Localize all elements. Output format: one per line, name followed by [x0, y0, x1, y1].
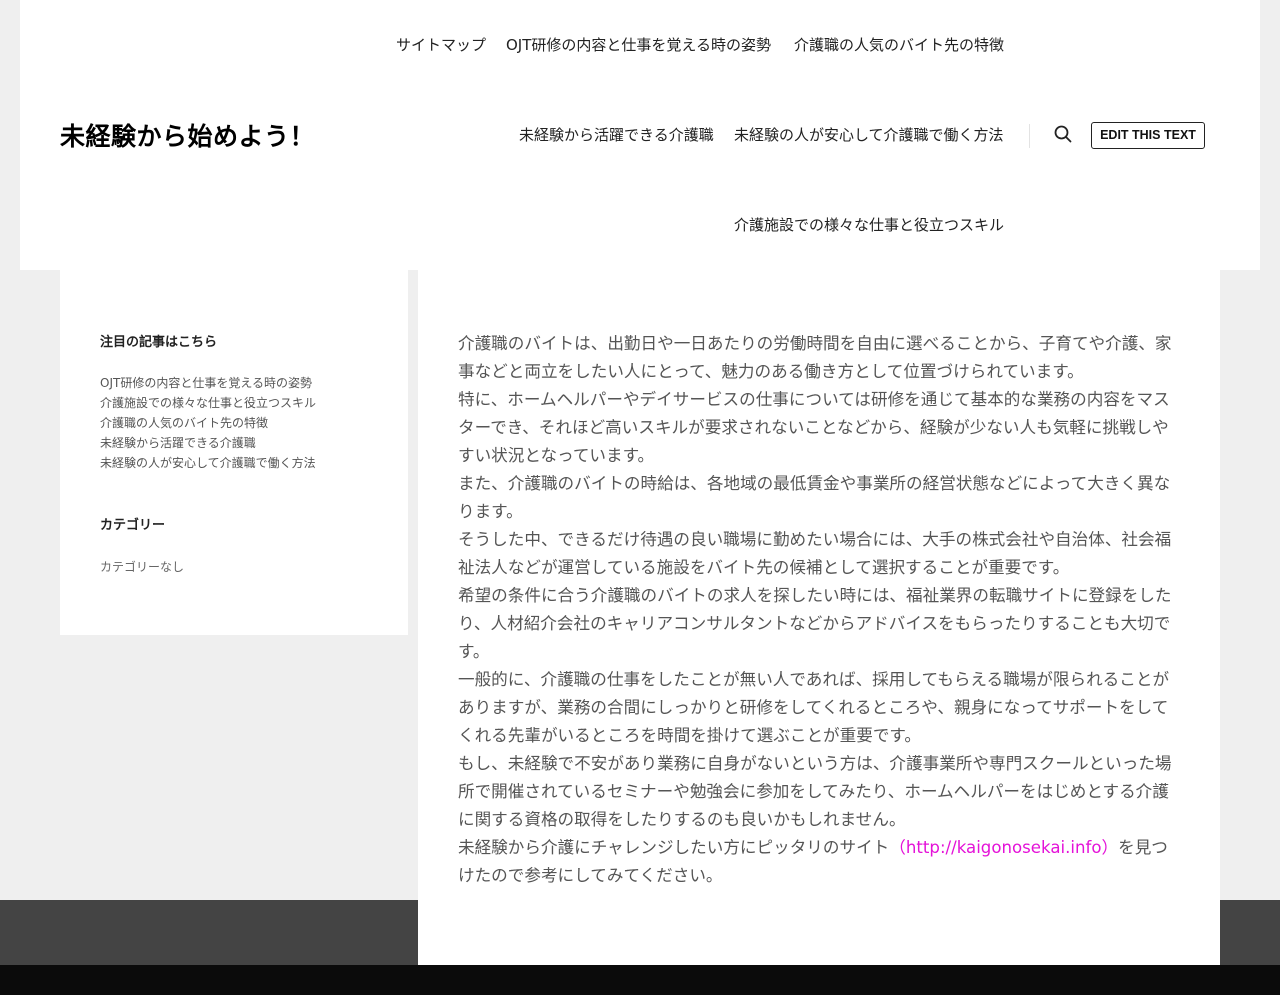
featured-item-inexperienced-active[interactable]: 未経験から活躍できる介護職 [100, 433, 316, 453]
featured-item-inexperienced-safe[interactable]: 未経験の人が安心して介護職で働く方法 [100, 453, 316, 473]
nav-link-inexperienced-active[interactable]: 未経験から活躍できる介護職 [519, 125, 714, 145]
nav-link-ojt-training[interactable]: OJT研修の内容と仕事を覚える時の姿勢 [506, 35, 771, 55]
category-empty-text: カテゴリーなし [100, 560, 185, 574]
nav-link-popular-jobs[interactable]: 介護職の人気のバイト先の特徴 [794, 35, 1004, 55]
article-content: 介護職のバイトは、出勤日や一日あたりの労働時間を自由に選べることから、子育てや介… [418, 270, 1220, 965]
article-paragraph: 介護職のバイトは、出勤日や一日あたりの労働時間を自由に選べることから、子育てや介… [458, 334, 1172, 381]
article-paragraph: 特に、ホームヘルパーやデイサービスの仕事については研修を通じて基本的な業務の内容… [458, 390, 1170, 465]
featured-item-facility-skills[interactable]: 介護施設での様々な仕事と役立つスキル [100, 393, 316, 413]
nav-link-facility-skills[interactable]: 介護施設での様々な仕事と役立つスキル [734, 215, 1004, 235]
nav-link-inexperienced-safe[interactable]: 未経験の人が安心して介護職で働く方法 [734, 125, 1004, 145]
nav-divider [1029, 124, 1030, 148]
featured-item-ojt[interactable]: OJT研修の内容と仕事を覚える時の姿勢 [100, 373, 316, 393]
search-icon [1054, 125, 1072, 143]
article-body: 介護職のバイトは、出勤日や一日あたりの労働時間を自由に選べることから、子育てや介… [458, 330, 1174, 890]
article-paragraph: 一般的に、介護職の仕事をしたことが無い人であれば、採用してもらえる職場が限られる… [458, 670, 1170, 745]
edit-this-text-button[interactable]: EDIT THIS TEXT [1091, 122, 1205, 149]
featured-list: OJT研修の内容と仕事を覚える時の姿勢 介護施設での様々な仕事と役立つスキル 介… [100, 373, 316, 473]
footer-lower-band [0, 965, 1280, 995]
article-text-before-link: 未経験から介護にチャレンジしたい方にピッタリのサイト [458, 838, 890, 857]
site-header: 未経験から始めよう！ サイトマップ OJT研修の内容と仕事を覚える時の姿勢 介護… [20, 0, 1260, 270]
article-paragraph: そうした中、できるだけ待遇の良い職場に勤めたい場合には、大手の株式会社や自治体、… [458, 530, 1172, 577]
featured-widget-title: 注目の記事はこちら [100, 335, 218, 350]
article-paragraph: もし、未経験で不安があり業務に自身がないという方は、介護事業所や専門スクールとい… [458, 754, 1172, 829]
page: 未経験から始めよう！ サイトマップ OJT研修の内容と仕事を覚える時の姿勢 介護… [0, 0, 1280, 995]
featured-item-popular-jobs[interactable]: 介護職の人気のバイト先の特徴 [100, 413, 316, 433]
kaigonosekai-link[interactable]: （http://kaigonosekai.info） [889, 838, 1118, 857]
sidebar: 注目の記事はこちら OJT研修の内容と仕事を覚える時の姿勢 介護施設での様々な仕… [60, 270, 408, 635]
article-paragraph-with-link: 未経験から介護にチャレンジしたい方にピッタリのサイト（http://kaigon… [458, 834, 1174, 890]
category-widget-title: カテゴリー [100, 518, 166, 533]
site-title[interactable]: 未経験から始めよう！ [60, 117, 315, 153]
search-button[interactable] [1054, 124, 1072, 146]
article-paragraph: 希望の条件に合う介護職のバイトの求人を探したい時には、福祉業界の転職サイトに登録… [458, 586, 1172, 661]
article-paragraph: また、介護職のバイトの時給は、各地域の最低賃金や事業所の経営状態などによって大き… [458, 474, 1171, 521]
nav-link-sitemap[interactable]: サイトマップ [396, 35, 486, 55]
